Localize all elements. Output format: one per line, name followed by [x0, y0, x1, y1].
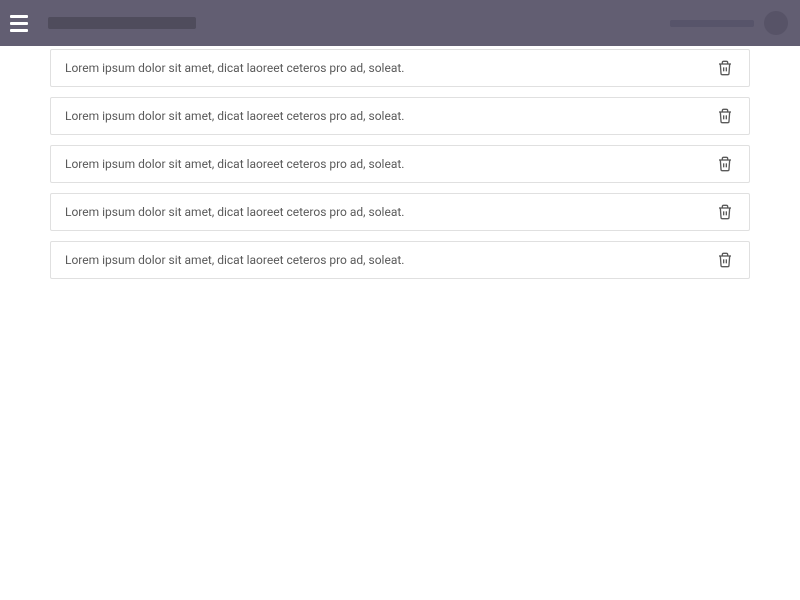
header [0, 0, 800, 46]
item-text: Lorem ipsum dolor sit amet, dicat laoree… [65, 205, 404, 219]
trash-icon [717, 107, 733, 125]
main-content: Lorem ipsum dolor sit amet, dicat laoree… [0, 46, 800, 279]
list-item: Lorem ipsum dolor sit amet, dicat laoree… [50, 241, 750, 279]
header-left [10, 13, 196, 33]
list-item: Lorem ipsum dolor sit amet, dicat laoree… [50, 193, 750, 231]
trash-icon [717, 155, 733, 173]
delete-button[interactable] [715, 154, 735, 174]
trash-icon [717, 59, 733, 77]
delete-button[interactable] [715, 58, 735, 78]
item-text: Lorem ipsum dolor sit amet, dicat laoree… [65, 157, 404, 171]
list-item: Lorem ipsum dolor sit amet, dicat laoree… [50, 145, 750, 183]
list-item: Lorem ipsum dolor sit amet, dicat laoree… [50, 97, 750, 135]
delete-button[interactable] [715, 202, 735, 222]
hamburger-icon[interactable] [10, 13, 30, 33]
list-item: Lorem ipsum dolor sit amet, dicat laoree… [50, 49, 750, 87]
item-text: Lorem ipsum dolor sit amet, dicat laoree… [65, 253, 404, 267]
trash-icon [717, 251, 733, 269]
trash-icon [717, 203, 733, 221]
user-name [670, 20, 754, 27]
avatar[interactable] [764, 11, 788, 35]
header-right [670, 11, 788, 35]
item-text: Lorem ipsum dolor sit amet, dicat laoree… [65, 109, 404, 123]
item-list: Lorem ipsum dolor sit amet, dicat laoree… [50, 46, 750, 279]
delete-button[interactable] [715, 106, 735, 126]
page-title [48, 17, 196, 29]
delete-button[interactable] [715, 250, 735, 270]
item-text: Lorem ipsum dolor sit amet, dicat laoree… [65, 61, 404, 75]
